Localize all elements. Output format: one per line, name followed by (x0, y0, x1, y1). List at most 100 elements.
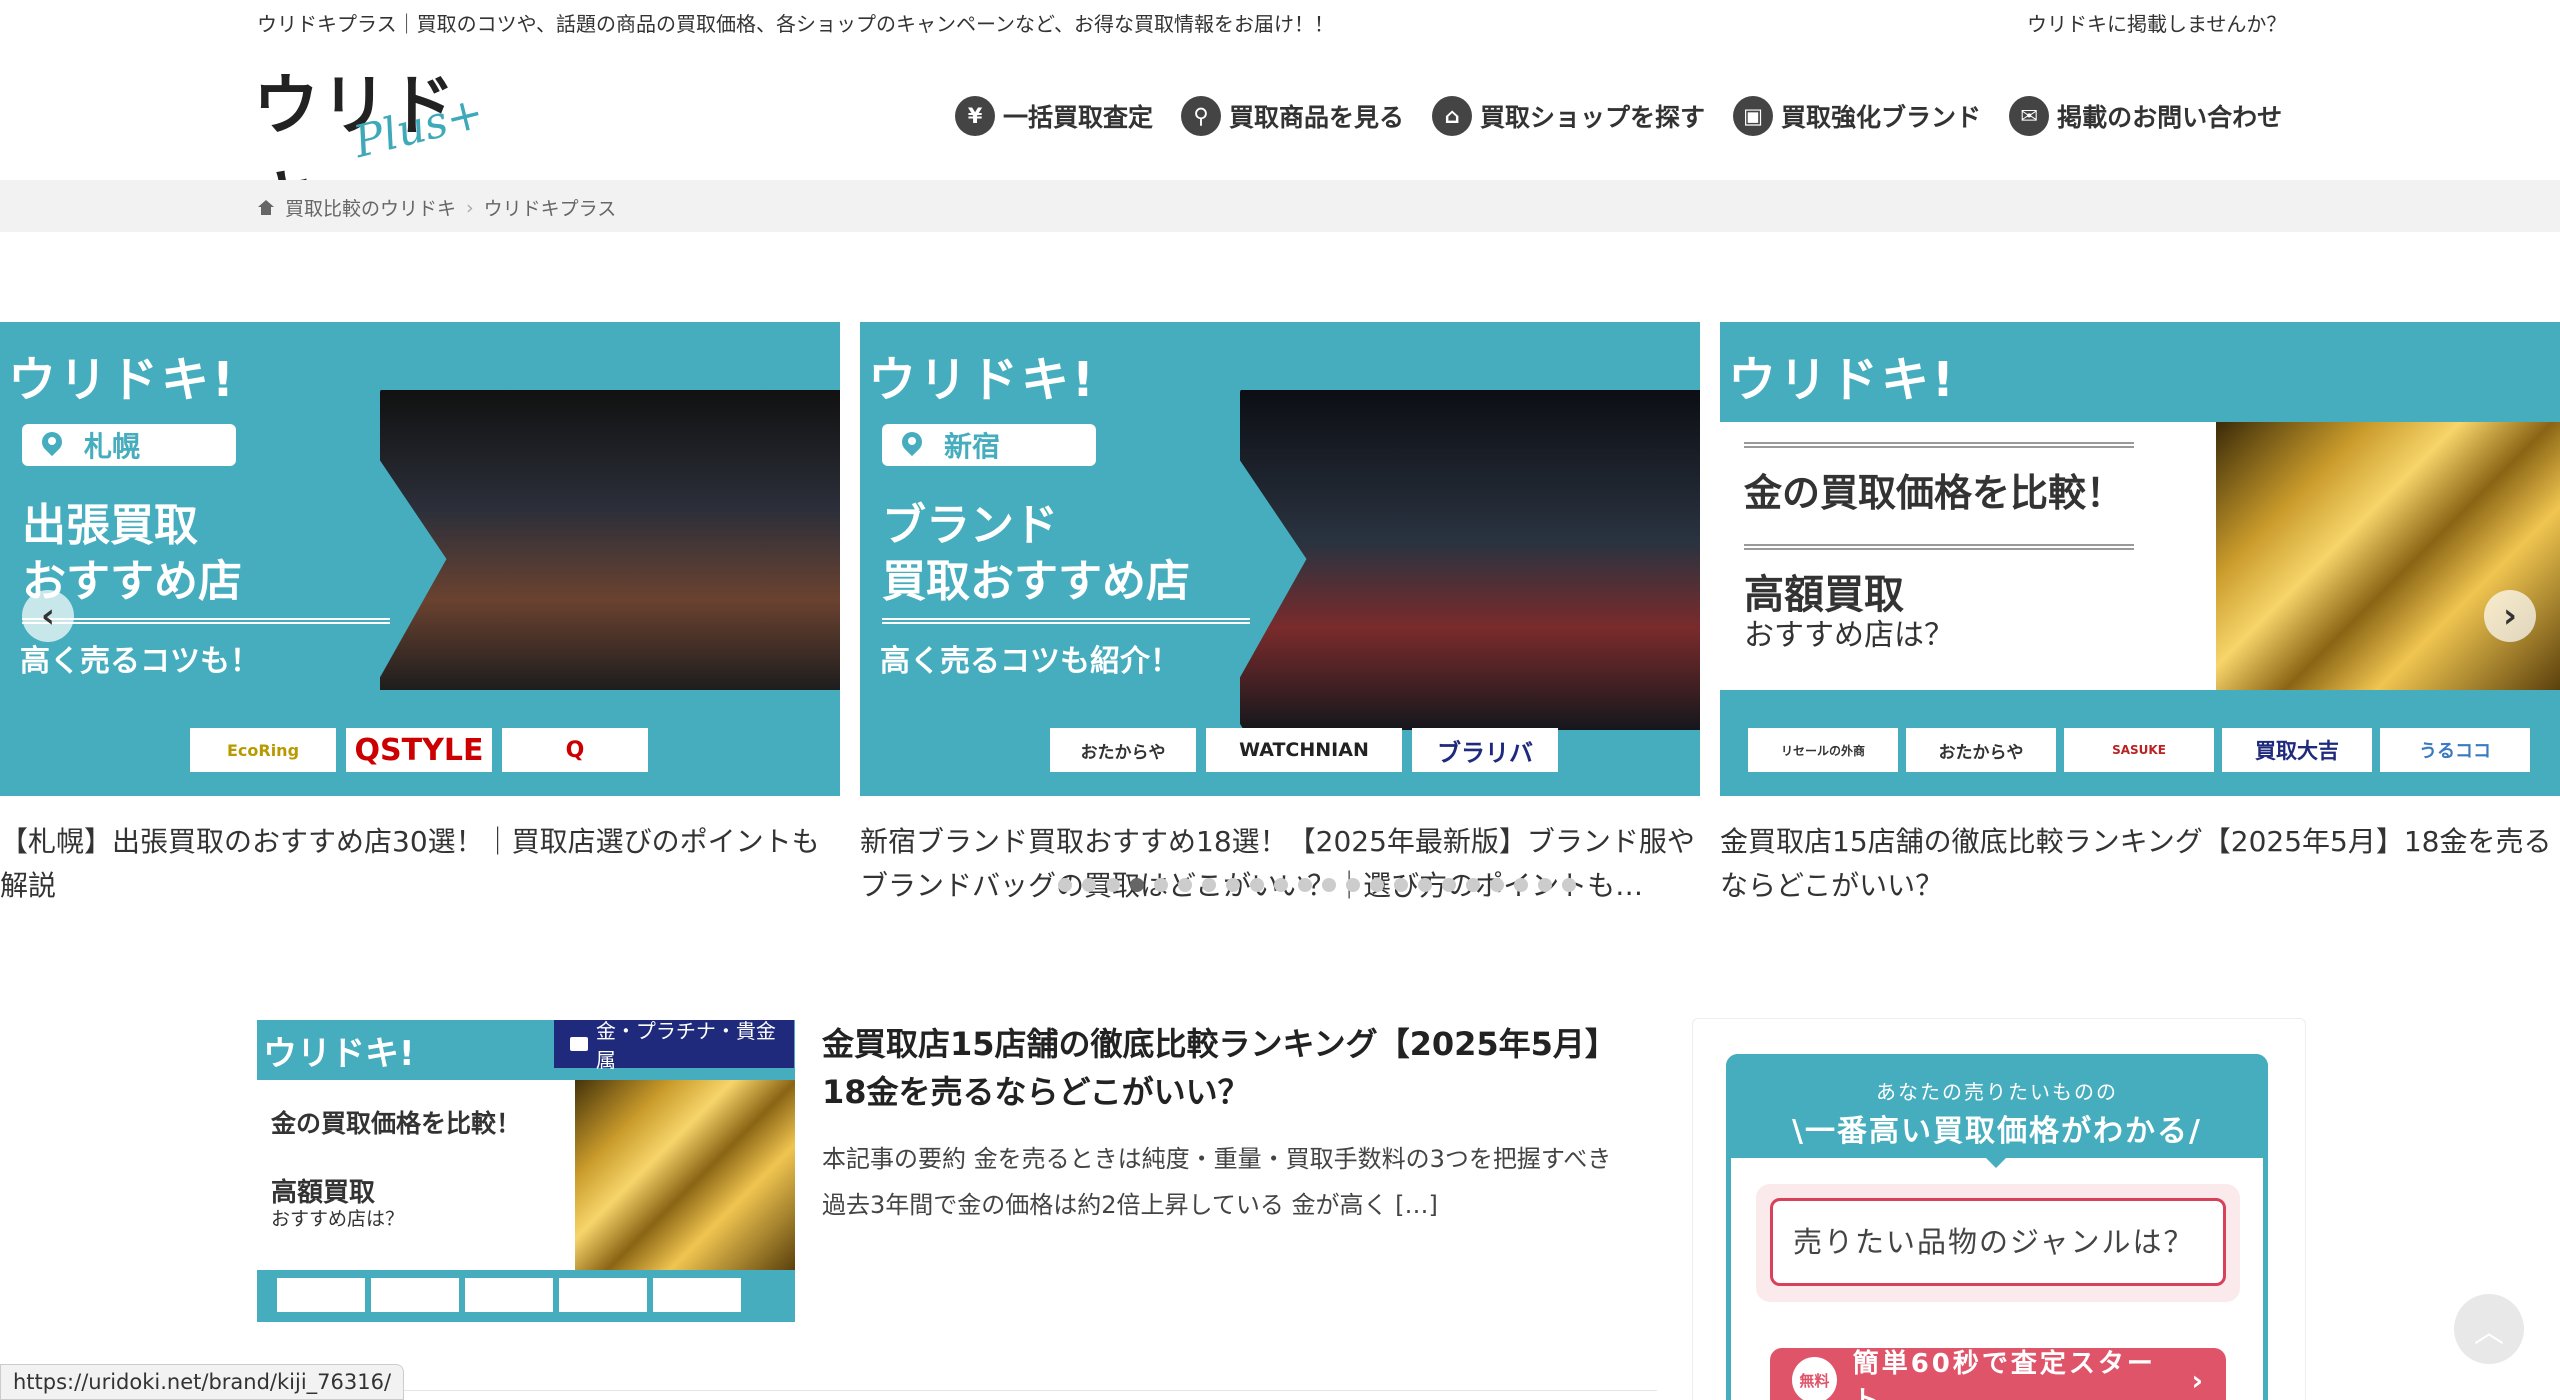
slide-photo (2216, 422, 2560, 690)
brand-logo: EcoRing (190, 728, 336, 772)
nav-label: 一括買取査定 (1003, 103, 1154, 132)
site-logo[interactable]: ウリドキ Plus+ (253, 52, 503, 240)
nav-bulk-appraisal[interactable]: ¥ 一括買取査定 (955, 96, 1153, 136)
slide-logo: ウリドキ! (1728, 352, 1957, 408)
brand-logo (653, 1278, 741, 1312)
location-label: 札幌 (84, 430, 141, 463)
brand-logos: EcoRing QSTYLE Q (190, 728, 648, 772)
free-badge: 無料 (1792, 1357, 1837, 1400)
listing-cta-link[interactable]: ウリドキに掲載しませんか？ (2027, 8, 2286, 37)
pin-icon (42, 432, 62, 458)
nav-find-shop[interactable]: ⌂ 買取ショップを探す (1432, 96, 1705, 136)
site-tagline: ウリドキプラス｜買取のコツや、話題の商品の買取価格、各ショップのキャンペーンなど… (257, 12, 1334, 36)
wallet-icon: ▣ (1733, 96, 1774, 136)
slider-dot[interactable] (1154, 878, 1168, 892)
location-label: 新宿 (944, 430, 1001, 463)
nav-label: 買取強化ブランド (1781, 103, 1982, 132)
genre-input[interactable] (1770, 1198, 2226, 1286)
slider-dot[interactable] (1394, 878, 1408, 892)
slide-gold[interactable]: 金の買取価格を比較！ 高額買取 おすすめ店は？ ウリドキ! リセールの外商 おた… (1720, 322, 2560, 796)
slide-divider (882, 618, 1250, 624)
nav-label: 買取商品を見る (1229, 103, 1405, 132)
brand-logo: おたからや (1906, 728, 2056, 772)
slider-prev-button[interactable]: ‹ (22, 590, 74, 642)
slider-dot[interactable] (1322, 878, 1336, 892)
brand-logo: リセールの外商 (1748, 728, 1898, 772)
slide-subtitle: おすすめ店は？ (1744, 618, 1954, 653)
slide-caption-link[interactable]: 金買取店15店舗の徹底比較ランキング【2025年5月】18金を売るならどこがいい… (1720, 820, 2560, 908)
slider-dot[interactable] (1226, 878, 1240, 892)
slide-divider (22, 618, 390, 624)
thumb-logo: ウリドキ! (263, 1034, 415, 1074)
slider-dot[interactable] (1106, 878, 1120, 892)
brand-logo: Q (502, 728, 648, 772)
brand-logo: SASUKE (2064, 728, 2214, 772)
brand-logo: おたからや (1050, 728, 1196, 772)
yen-icon: ¥ (955, 96, 995, 136)
breadcrumb-home-link[interactable]: 買取比較のウリドキ (285, 194, 456, 221)
brand-logo (277, 1278, 365, 1312)
slide-panel: 金の買取価格を比較！ 高額買取 おすすめ店は？ (1720, 422, 2216, 690)
slider-dot[interactable] (1538, 878, 1552, 892)
slider-dot[interactable] (1274, 878, 1288, 892)
slide-shinjuku[interactable]: ウリドキ! 新宿 ブランド 買取おすすめ店 高く売るコツも紹介！ おたからや W… (860, 322, 1700, 796)
slider-dot[interactable] (1466, 878, 1480, 892)
thumb-title: 金の買取価格を比較！ (271, 1109, 522, 1138)
slide-caption-link[interactable]: 新宿ブランド買取おすすめ18選！【2025年最新版】ブランド服やブランドバッグの… (860, 820, 1700, 908)
main-nav: ¥ 一括買取査定 ⚲ 買取商品を見る ⌂ 買取ショップを探す ▣ 買取強化ブラン… (955, 96, 2282, 136)
slide-title: ブランド 買取おすすめ店 (882, 500, 1190, 607)
search-icon: ⚲ (1181, 96, 1222, 136)
nav-featured-brands[interactable]: ▣ 買取強化ブランド (1733, 96, 1981, 136)
slide-logo: ウリドキ! (868, 352, 1097, 408)
slide-logo: ウリドキ! (8, 352, 237, 408)
slider-dot[interactable] (1346, 878, 1360, 892)
breadcrumb: 買取比較のウリドキ › ウリドキプラス (257, 194, 616, 221)
location-pill: 札幌 (22, 424, 236, 466)
brand-logo (465, 1278, 553, 1312)
start-appraisal-button[interactable]: 無料 簡単60秒で査定スタート › (1770, 1348, 2226, 1400)
category-label: 金・プラチナ・貴金属 (595, 1019, 776, 1072)
nav-contact[interactable]: ✉ 掲載のお問い合わせ (2009, 96, 2282, 136)
brand-logos: おたからや WATCHNIAN ブラリバ (1050, 728, 1558, 772)
slider-dot[interactable] (1514, 878, 1528, 892)
start-appraisal-label: 簡単60秒で査定スタート (1852, 1349, 2156, 1400)
nav-label: 掲載のお問い合わせ (2057, 103, 2283, 132)
slider-dot[interactable] (1562, 878, 1576, 892)
home-icon: ⌂ (1432, 96, 1473, 136)
slider-next-button[interactable]: › (2484, 590, 2536, 642)
slider-dots (1058, 878, 1576, 892)
slider-dot[interactable] (1058, 878, 1072, 892)
brand-logo (559, 1278, 647, 1312)
slider-dot[interactable] (1202, 878, 1216, 892)
slider-dot[interactable] (1250, 878, 1264, 892)
slider-dot[interactable] (1442, 878, 1456, 892)
slide-caption-link[interactable]: 【札幌】出張買取のおすすめ店30選！｜買取店選びのポイントも解説 (0, 820, 840, 908)
slider-dot[interactable] (1178, 878, 1192, 892)
brand-logo: ブラリバ (1412, 728, 1558, 772)
post-title-link[interactable]: 金買取店15店舗の徹底比較ランキング【2025年5月】18金を売るならどこがいい… (822, 1020, 1622, 1116)
chevron-right-icon: › (2191, 1363, 2206, 1397)
slide-sapporo[interactable]: ウリドキ! 札幌 出張買取 おすすめ店 高く売るコツも！ EcoRing QST… (0, 322, 840, 796)
nav-browse-products[interactable]: ⚲ 買取商品を見る (1181, 96, 1404, 136)
content-divider (257, 1390, 1657, 1391)
location-pill: 新宿 (882, 424, 1096, 466)
scroll-to-top-button[interactable]: ︿ (2454, 1294, 2524, 1364)
brand-logo: WATCHNIAN (1206, 728, 1402, 772)
brand-logo (371, 1278, 459, 1312)
pin-icon (902, 432, 922, 458)
slide-subtitle: 高く売るコツも！ (20, 644, 260, 679)
thumb-panel: 金の買取価格を比較！ 高額買取 おすすめ店は？ (257, 1080, 575, 1270)
status-bar-url: https://uridoki.net/brand/kiji_76316/ (0, 1364, 405, 1400)
category-badge[interactable]: 金・プラチナ・貴金属 (554, 1019, 794, 1072)
brand-logo: うるココ (2380, 728, 2530, 772)
slider-dot[interactable] (1082, 878, 1096, 892)
slider-dot[interactable] (1370, 878, 1384, 892)
slide-photo (1240, 390, 1700, 730)
brand-logo: QSTYLE (346, 728, 492, 772)
slider-dot[interactable] (1298, 878, 1312, 892)
thumb-subtitle: おすすめ店は？ (271, 1208, 405, 1230)
slider-dot[interactable] (1418, 878, 1432, 892)
slider-dot[interactable] (1490, 878, 1504, 892)
slider-dot-active[interactable] (1130, 878, 1144, 892)
breadcrumb-current: ウリドキプラス (483, 198, 617, 220)
